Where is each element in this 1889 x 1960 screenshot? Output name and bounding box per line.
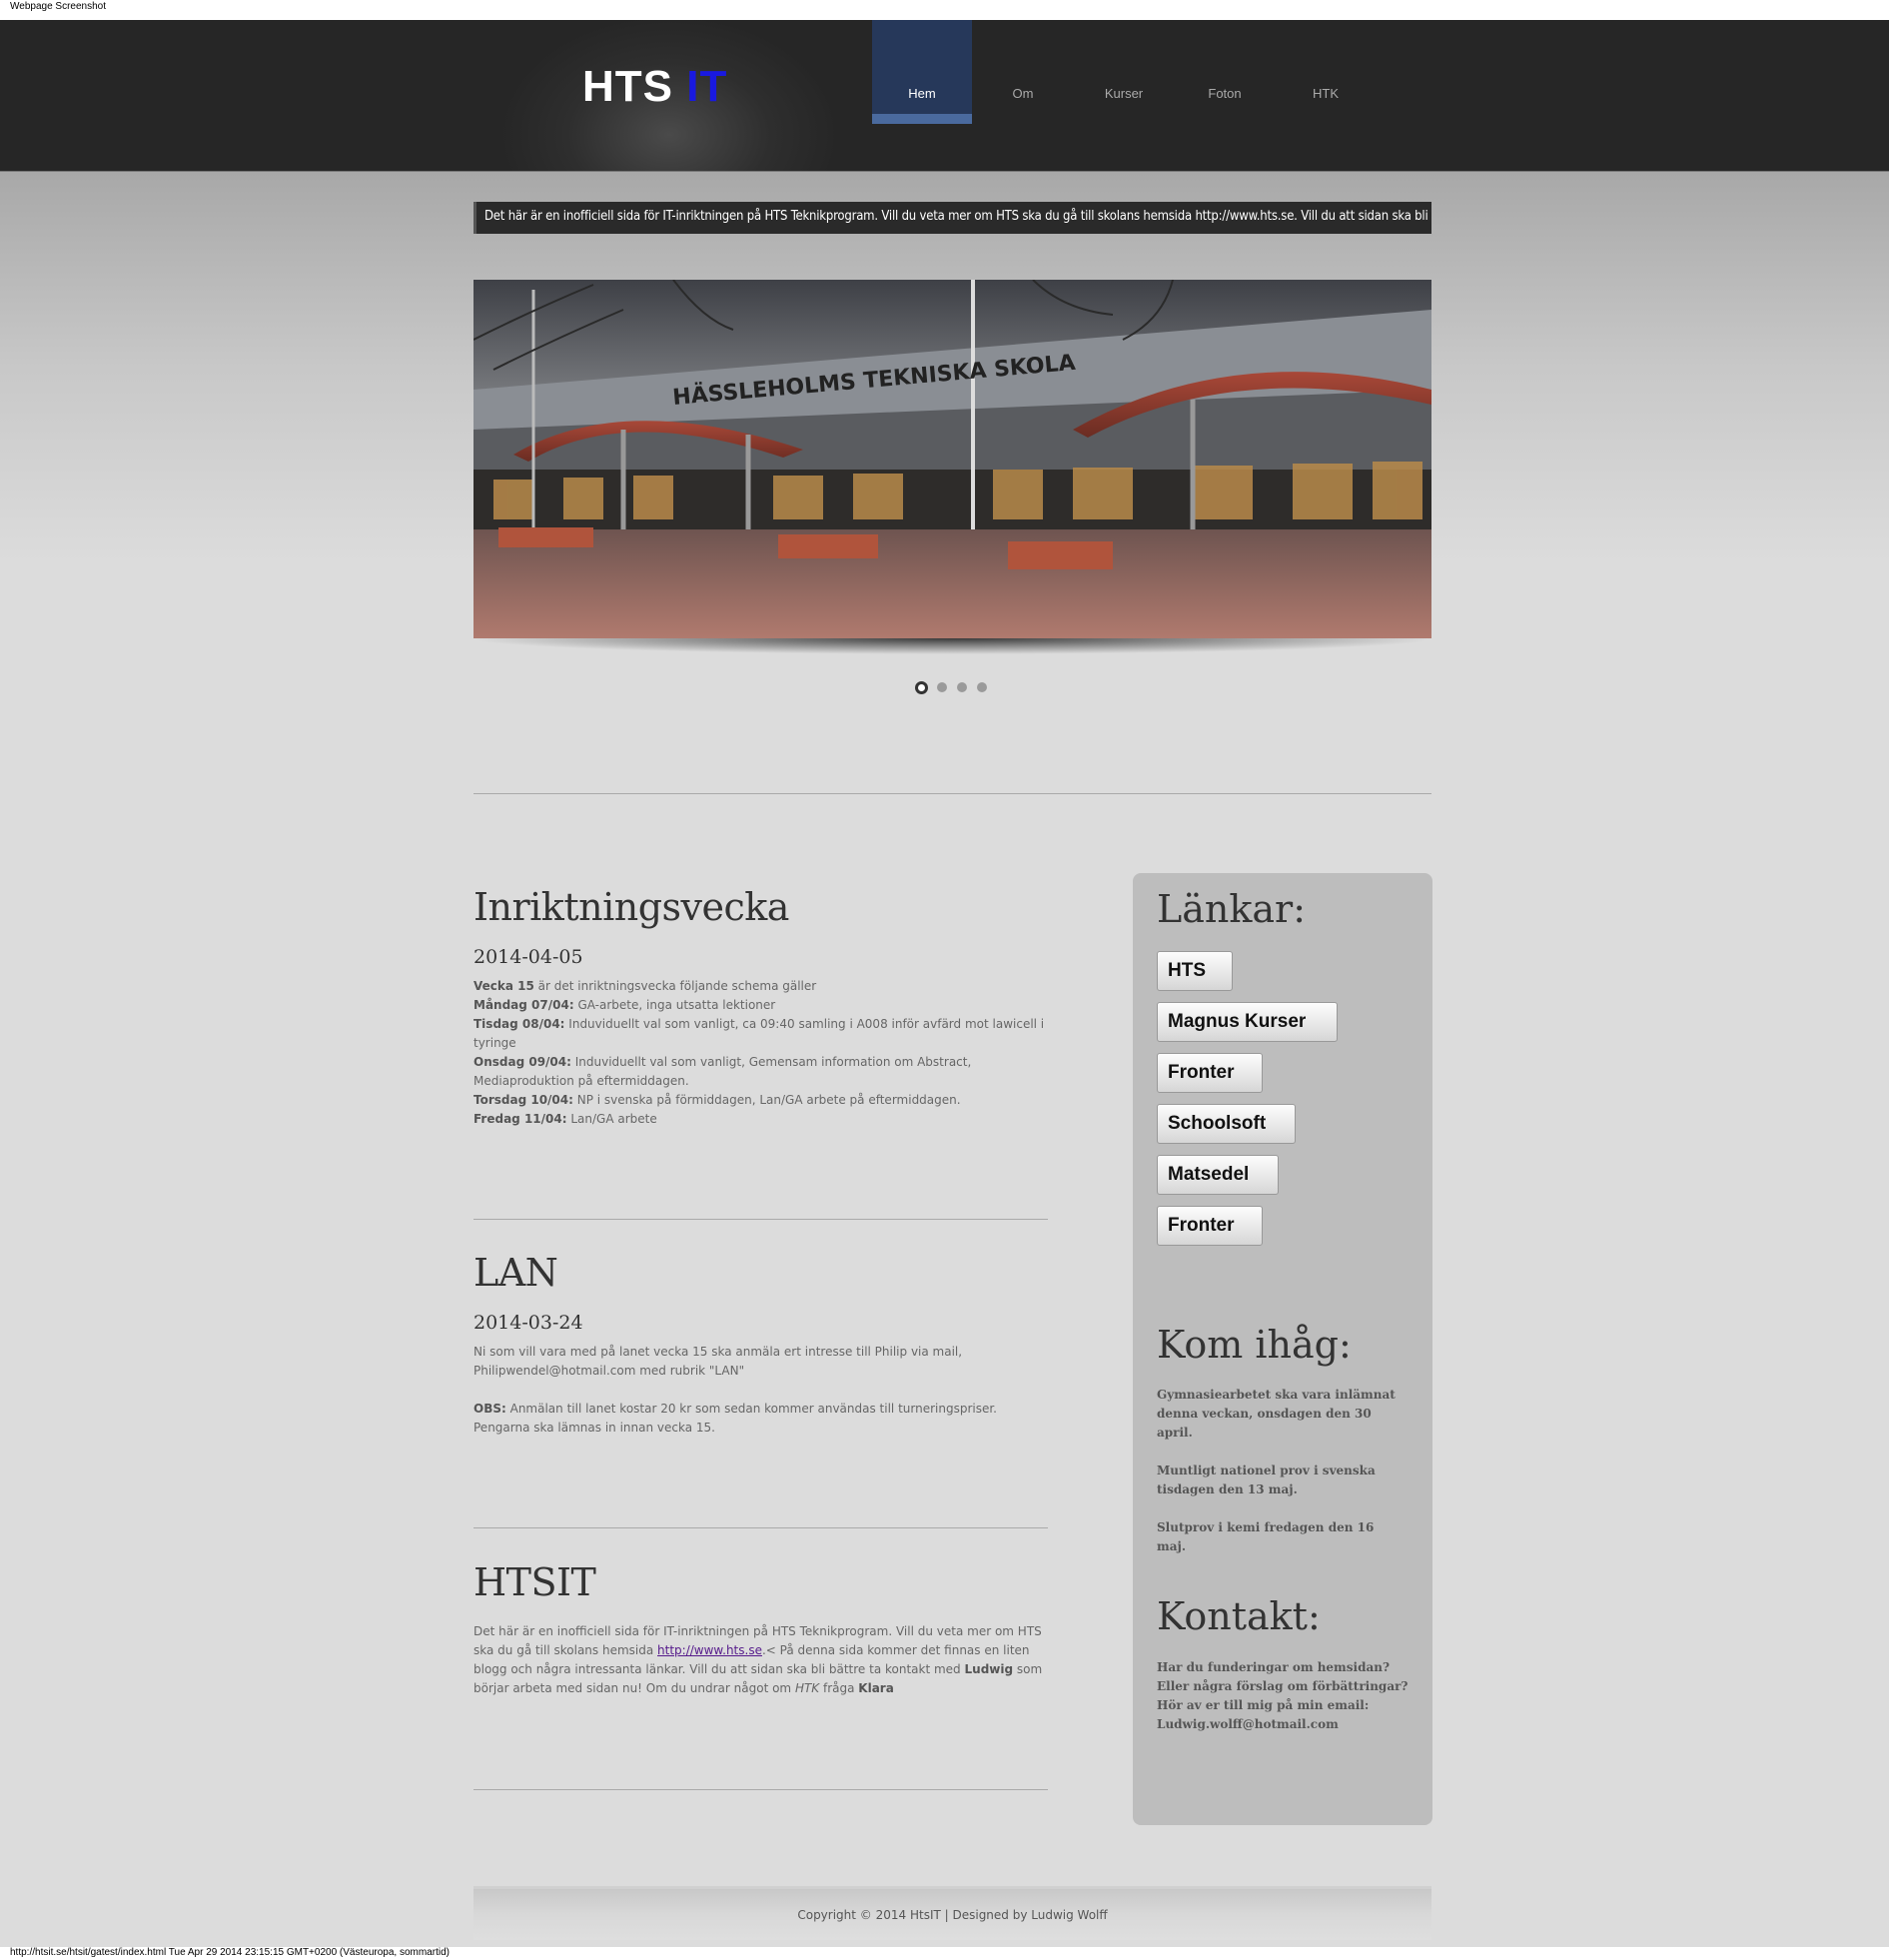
article-title: Inriktningsvecka [473,885,789,929]
screenshot-label: Webpage Screenshot [10,1,106,12]
slider-shadow [473,638,1431,668]
contact-email: Ludwig.wolff@hotmail.com [1157,1717,1339,1731]
nav-item-kurser[interactable]: Kurser [1074,20,1174,124]
schedule-line: Onsdag 09/04: Induviduellt val som vanli… [473,1055,972,1088]
article-title: LAN [473,1251,558,1295]
screenshot-header-bar [0,0,1889,20]
slider-dot-2[interactable] [937,682,947,692]
article-date: 2014-04-05 [473,946,583,968]
contact-title: Kontakt: [1157,1594,1321,1638]
article-paragraph: Ni som vill vara med på lanet vecka 15 s… [473,1345,963,1378]
article-divider [473,1219,1048,1220]
article-body: Ni som vill vara med på lanet vecka 15 s… [473,1343,1048,1438]
site-logo[interactable]: HTS IT [582,62,727,112]
article-divider [473,1527,1048,1528]
hts-link[interactable]: http://www.hts.se [657,1643,762,1657]
school-photo: HÄSSLEHOLMS TEKNISKA SKOLA [473,280,1431,638]
schedule-line: Torsdag 10/04: NP i svenska på förmiddag… [473,1093,961,1107]
slider-dot-3[interactable] [957,682,967,692]
article-body: Vecka 15 är det inriktningsvecka följand… [473,977,1048,1129]
remember-item: Slutprov i kemi fredagen den 16 maj. [1157,1520,1375,1553]
link-button-fronter[interactable]: Fronter [1157,1053,1263,1093]
link-button-magnus-kurser[interactable]: Magnus Kurser [1157,1002,1338,1042]
article-divider [473,1789,1048,1790]
logo-main-text: HTS [582,62,673,111]
remember-item: Gymnasiearbetet ska vara inlämnat denna … [1157,1388,1396,1440]
remember-list: Gymnasiearbetet ska vara inlämnat denna … [1157,1386,1407,1556]
slider-dot-1[interactable] [915,681,928,694]
article-body: Det här är en inofficiell sida för IT-in… [473,1624,1043,1695]
slider-dot-4[interactable] [977,682,987,692]
ticker-text: Det här är en inofficiell sida för IT-in… [484,209,1431,224]
nav-item-om[interactable]: Om [973,20,1073,124]
link-button-hts[interactable]: HTS [1157,951,1233,991]
schedule-line: Vecka 15 är det inriktningsvecka följand… [473,979,817,993]
image-slider[interactable]: HÄSSLEHOLMS TEKNISKA SKOLA [473,280,1431,638]
nav-item-htk[interactable]: HTK [1276,20,1376,124]
status-url: http://htsit.se/htsit/gatest/index.html … [10,1947,450,1958]
nav-item-hem[interactable]: Hem [872,20,972,124]
link-button-fronter[interactable]: Fronter [1157,1206,1263,1246]
content-divider [473,793,1431,794]
links-title: Länkar: [1157,887,1307,931]
contact-info: Har du funderingar om hemsidan? Eller nå… [1157,1658,1417,1734]
nav-item-foton[interactable]: Foton [1175,20,1275,124]
schedule-line: Måndag 07/04: GA-arbete, inga utsatta le… [473,998,776,1012]
schedule-line: Tisdag 08/04: Induviduellt val som vanli… [473,1017,1045,1050]
article-date: 2014-03-24 [473,1312,583,1334]
remember-item: Muntligt nationel prov i svenska tisdage… [1157,1464,1376,1496]
article-paragraph: OBS: Anmälan till lanet kostar 20 kr som… [473,1402,997,1435]
logo-accent-text: IT [686,62,728,111]
footer-copyright: Copyright © 2014 HtsIT | Designed by Lud… [797,1908,1108,1922]
news-ticker: Det här är en inofficiell sida för IT-in… [473,202,1431,234]
link-button-matsedel[interactable]: Matsedel [1157,1155,1279,1195]
link-button-schoolsoft[interactable]: Schoolsoft [1157,1104,1296,1144]
article-title: HTSIT [473,1560,596,1604]
remember-title: Kom ihåg: [1157,1323,1352,1367]
schedule-line: Fredag 11/04: Lan/GA arbete [473,1112,657,1126]
